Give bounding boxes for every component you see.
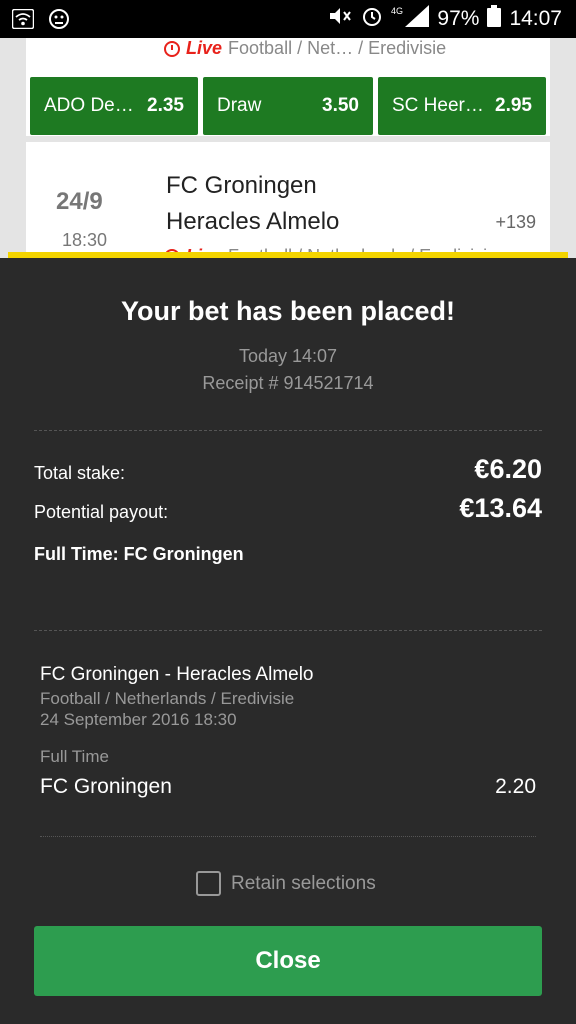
market-label: Full Time: [40, 747, 109, 766]
away-team: Heracles Almelo: [166, 208, 340, 235]
battery-icon: [487, 5, 502, 33]
divider: [34, 630, 542, 631]
selection-name: FC Groningen: [40, 775, 172, 798]
payout-label: Potential payout:: [34, 502, 169, 522]
notification-icon: [48, 8, 70, 35]
odds-label: SC Heer…: [392, 95, 484, 116]
clock: 14:07: [509, 7, 562, 30]
bet-outcome: Full Time: FC Groningen: [34, 544, 244, 564]
live-clock-icon: [164, 40, 180, 57]
svg-text:4G: 4G: [391, 6, 403, 16]
more-markets-count[interactable]: +139: [495, 212, 536, 233]
odds-value: 2.95: [495, 95, 532, 116]
sportsbook-background: Live Football / Net… / Eredivisie ADO De…: [0, 38, 576, 258]
retain-selections-toggle[interactable]: Retain selections: [196, 871, 376, 896]
divider: [34, 430, 542, 431]
network-icon: 4G: [391, 5, 430, 33]
divider: [40, 836, 536, 837]
modal-title: Your bet has been placed!: [120, 296, 456, 326]
match-time: 18:30: [62, 230, 108, 250]
odds-button-away[interactable]: SC Heer… 2.95: [378, 77, 546, 135]
odds-button-home[interactable]: ADO De… 2.35: [30, 77, 198, 135]
selection-odds: 2.20: [495, 775, 536, 798]
odds-row: ADO De… 2.35 Draw 3.50 SC Heer… 2.95: [30, 77, 546, 135]
breadcrumb: Football / Net… / Eredivisie: [228, 38, 447, 58]
retain-selections-label: Retain selections: [231, 872, 376, 894]
total-stake-label: Total stake:: [34, 463, 126, 483]
event-name: FC Groningen - Heracles Almelo: [40, 664, 314, 685]
home-team: FC Groningen: [166, 172, 317, 199]
live-label: Live: [186, 38, 223, 58]
battery-percent: 97%: [437, 7, 480, 30]
bet-receipt-modal: Your bet has been placed! Today 14:07 Re…: [8, 252, 568, 1024]
wifi-icon: [11, 8, 35, 34]
event-league: Football / Netherlands / Eredivisie: [40, 689, 295, 708]
retain-selections-checkbox[interactable]: [196, 871, 221, 896]
odds-button-draw[interactable]: Draw 3.50: [203, 77, 373, 135]
receipt-number: Receipt # 914521714: [202, 373, 374, 393]
event-datetime: 24 September 2016 18:30: [40, 710, 237, 729]
event-card[interactable]: 24/9 18:30 FC Groningen Heracles Almelo …: [26, 142, 550, 258]
total-stake-value: €6.20: [474, 454, 542, 484]
odds-label: Draw: [217, 95, 262, 116]
odds-value: 2.35: [147, 95, 184, 116]
alarm-icon: [361, 5, 383, 33]
event-card: Live Football / Net… / Eredivisie ADO De…: [26, 38, 550, 136]
odds-label: ADO De…: [44, 95, 134, 116]
odds-value: 3.50: [322, 95, 359, 116]
status-bar: 4G 97% 14:07: [0, 0, 576, 38]
mute-icon: [327, 6, 353, 32]
close-button[interactable]: Close: [34, 926, 542, 996]
receipt-date: Today 14:07: [238, 346, 338, 366]
live-breadcrumb: Live Football / Net… / Eredivisie: [164, 38, 446, 59]
payout-value: €13.64: [459, 493, 542, 523]
match-date: 24/9: [56, 188, 103, 215]
